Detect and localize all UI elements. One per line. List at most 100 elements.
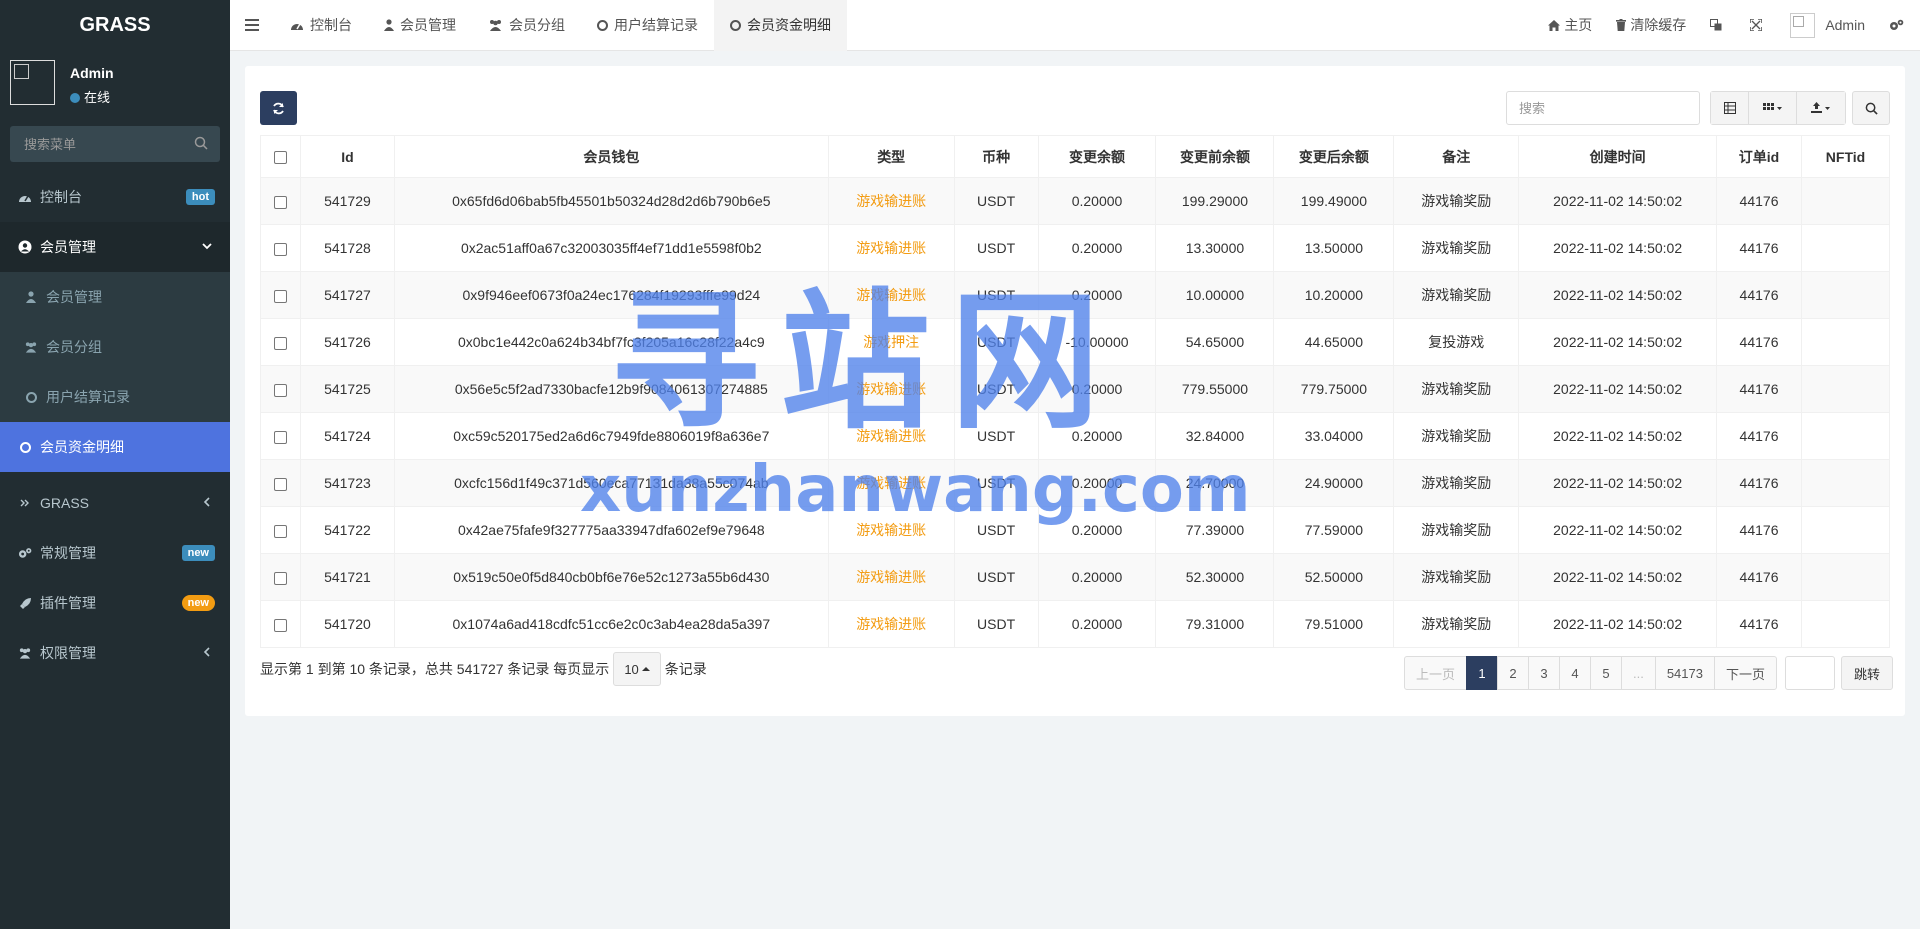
row-checkbox[interactable] xyxy=(273,571,287,585)
sidebar-subitem-member-management[interactable]: 会员管理 xyxy=(0,272,230,322)
change-amount-cell: 0.20000 xyxy=(1037,506,1157,554)
tab-settlement-records[interactable]: 用户结算记录 xyxy=(581,0,714,51)
column-header[interactable]: 变更余额 xyxy=(1037,135,1157,178)
avatar xyxy=(1790,12,1816,38)
table-row[interactable]: 541724 0xc59c520175ed2a6d6c7949fde8806019… xyxy=(260,412,1891,460)
last-page-button[interactable]: 54173 xyxy=(1654,656,1715,690)
table-row[interactable]: 541726 0x0bc1e442c0a624b34bf7fc3f205a16c2… xyxy=(260,318,1891,366)
row-checkbox[interactable] xyxy=(273,618,287,632)
fullscreen-button[interactable] xyxy=(1738,0,1778,51)
sidebar-item-general[interactable]: 常规管理 new xyxy=(0,528,230,578)
new-badge: new xyxy=(181,595,215,611)
home-link[interactable]: 主页 xyxy=(1536,0,1604,51)
search-icon[interactable] xyxy=(194,136,208,150)
change-amount-cell: 0.20000 xyxy=(1037,177,1157,225)
sidebar-item-plugins[interactable]: 插件管理 new xyxy=(0,578,230,628)
change-amount-cell: 0.20000 xyxy=(1037,600,1157,648)
sidebar-subitem-fund-details[interactable]: 会员资金明细 xyxy=(0,422,230,472)
tab-fund-details[interactable]: 会员资金明细 xyxy=(714,0,847,51)
refresh-icon xyxy=(273,102,284,114)
tab-member-management[interactable]: 会员管理 xyxy=(368,0,472,51)
prev-page-button[interactable]: 上一页 xyxy=(1403,656,1467,690)
table-row[interactable]: 541721 0x519c50e0f5d840cb0bf6e76e52c1273a… xyxy=(260,553,1891,601)
select-all-checkbox[interactable] xyxy=(273,151,287,165)
row-checkbox[interactable] xyxy=(273,289,287,303)
export-dropdown-button[interactable] xyxy=(1797,92,1845,124)
menu-toggle-icon[interactable] xyxy=(230,0,274,51)
sidebar-item-grass[interactable]: GRASS xyxy=(0,478,230,528)
row-checkbox[interactable] xyxy=(273,336,287,350)
table-row[interactable]: 541723 0xcfc156d1f49c371d560eca77131da38a… xyxy=(260,459,1891,507)
sidebar-subitem-settlement-records[interactable]: 用户结算记录 xyxy=(0,372,230,422)
remark-cell: 游戏输奖励 xyxy=(1393,177,1520,225)
table-row[interactable]: 541725 0x56e5c5f2ad7330bacfe12b9f90840613… xyxy=(260,365,1891,413)
wallet-cell: 0x65fd6d06bab5fb45501b50324d28d2d6b790b6… xyxy=(393,177,829,225)
tab-member-group[interactable]: 会员分组 xyxy=(472,0,581,51)
column-header[interactable]: 类型 xyxy=(827,135,955,178)
column-header[interactable]: 变更后余额 xyxy=(1273,135,1395,178)
user-menu[interactable]: Admin xyxy=(1778,0,1877,51)
clear-cache-button[interactable]: 清除缓存 xyxy=(1604,0,1698,51)
currency-cell: USDT xyxy=(953,224,1039,272)
refresh-button[interactable] xyxy=(260,91,297,125)
circle-icon xyxy=(24,390,38,404)
tab-label: 用户结算记录 xyxy=(614,17,698,33)
chevron-left-icon xyxy=(202,497,212,507)
table-row[interactable]: 541722 0x42ae75fafe9f327775aa33947dfa602e… xyxy=(260,506,1891,554)
balance-after-cell: 24.90000 xyxy=(1273,459,1395,507)
id-cell: 541729 xyxy=(299,177,395,225)
brand-logo[interactable]: GRASS xyxy=(0,0,230,51)
remark-cell: 游戏输奖励 xyxy=(1393,271,1520,319)
column-header[interactable]: 订单id xyxy=(1716,135,1802,178)
pagination-info-suffix: 条记录 xyxy=(664,661,707,677)
row-checkbox[interactable] xyxy=(273,524,287,538)
user-status-text: 在线 xyxy=(84,90,111,105)
table-row[interactable]: 541729 0x65fd6d06bab5fb45501b50324d28d2d6… xyxy=(260,177,1891,225)
row-checkbox[interactable] xyxy=(273,383,287,397)
sidebar-item-permissions[interactable]: 权限管理 xyxy=(0,628,230,678)
table-search-input[interactable] xyxy=(1506,91,1700,125)
sidebar: GRASS Admin 在线 控制台 hot 会员管理 会员管理 会员分组 用 xyxy=(0,0,230,929)
column-header[interactable]: NFTid xyxy=(1800,135,1891,178)
toggle-view-button[interactable] xyxy=(1711,92,1749,124)
column-header[interactable]: 币种 xyxy=(953,135,1039,178)
sidebar-item-dashboard[interactable]: 控制台 hot xyxy=(0,172,230,222)
tab-dashboard[interactable]: 控制台 xyxy=(274,0,368,51)
row-checkbox[interactable] xyxy=(273,477,287,491)
page-ellipsis: ... xyxy=(1620,656,1656,690)
table-row[interactable]: 541727 0x9f946eef0673f0a24ec176284f19293f… xyxy=(260,271,1891,319)
page-4-button[interactable]: 4 xyxy=(1558,656,1591,690)
jump-button[interactable]: 跳转 xyxy=(1840,656,1893,690)
sidebar-subitem-member-group[interactable]: 会员分组 xyxy=(0,322,230,372)
balance-before-cell: 24.70000 xyxy=(1155,459,1275,507)
sidebar-search-input[interactable] xyxy=(10,126,220,162)
advanced-search-button[interactable] xyxy=(1852,91,1890,125)
sidebar-item-member-management[interactable]: 会员管理 xyxy=(0,222,230,272)
page-1-button[interactable]: 1 xyxy=(1465,656,1498,690)
column-header[interactable]: 创建时间 xyxy=(1518,135,1718,178)
table-row[interactable]: 541720 0x1074a6ad418cdfc51cc6e2c0c3ab4ea2… xyxy=(260,600,1891,648)
column-header[interactable]: Id xyxy=(299,135,395,178)
settings-button[interactable] xyxy=(1877,0,1920,51)
table-row[interactable]: 541728 0x2ac51aff0a67c32003035ff4ef71dd1e… xyxy=(260,224,1891,272)
row-checkbox[interactable] xyxy=(273,430,287,444)
page-3-button[interactable]: 3 xyxy=(1527,656,1560,690)
next-page-button[interactable]: 下一页 xyxy=(1713,656,1777,690)
created-time-cell: 2022-11-02 14:50:02 xyxy=(1518,318,1718,366)
jump-page-input[interactable] xyxy=(1784,656,1835,690)
select-all-cell xyxy=(260,135,301,178)
remark-cell: 游戏输奖励 xyxy=(1393,553,1520,601)
remark-cell: 游戏输奖励 xyxy=(1393,459,1520,507)
column-header[interactable]: 变更前余额 xyxy=(1155,135,1275,178)
row-checkbox[interactable] xyxy=(273,242,287,256)
columns-dropdown-button[interactable] xyxy=(1749,92,1797,124)
page-size-dropdown[interactable]: 10 xyxy=(613,652,661,686)
column-header[interactable]: 备注 xyxy=(1393,135,1520,178)
page-2-button[interactable]: 2 xyxy=(1496,656,1529,690)
column-header[interactable]: 会员钱包 xyxy=(393,135,829,178)
language-button[interactable] xyxy=(1698,0,1738,51)
row-checkbox[interactable] xyxy=(273,195,287,209)
page-5-button[interactable]: 5 xyxy=(1589,656,1622,690)
trash-icon xyxy=(1616,19,1627,31)
clear-cache-label: 清除缓存 xyxy=(1630,17,1687,33)
